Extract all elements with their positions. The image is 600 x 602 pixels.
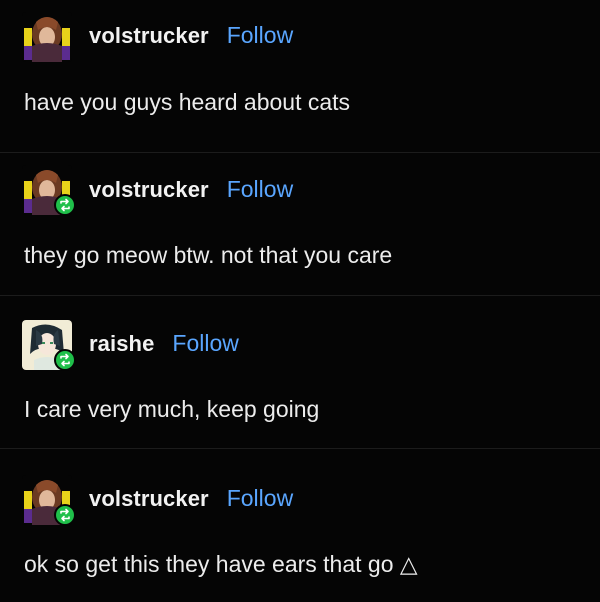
reblog-badge: [54, 194, 76, 216]
post: volstrucker Follow have you guys heard a…: [0, 0, 600, 153]
post-header: volstrucker Follow: [89, 176, 293, 206]
avatar[interactable]: [22, 165, 76, 216]
post-header: volstrucker Follow: [89, 22, 293, 52]
post: volstrucker Follow ok so get this they h…: [0, 449, 600, 602]
username[interactable]: raishe: [89, 331, 154, 357]
reblog-icon: [60, 353, 70, 367]
reblog-icon: [60, 198, 70, 212]
post-body: have you guys heard about cats: [24, 89, 351, 115]
follow-button[interactable]: Follow: [227, 176, 293, 203]
follow-button[interactable]: Follow: [227, 485, 293, 512]
volstrucker-avatar-icon: [22, 12, 72, 62]
post-header: raishe Follow: [89, 330, 239, 360]
post: raishe Follow I care very much, keep goi…: [0, 296, 600, 449]
post: volstrucker Follow they go meow btw. not…: [0, 143, 600, 296]
avatar[interactable]: [22, 475, 76, 526]
post-header: volstrucker Follow: [89, 485, 293, 515]
post-body: I care very much, keep going: [24, 396, 320, 422]
reblog-badge: [54, 504, 76, 526]
reblog-icon: [60, 508, 70, 522]
post-body: ok so get this they have ears that go △: [24, 551, 418, 577]
username[interactable]: volstrucker: [89, 23, 209, 49]
follow-button[interactable]: Follow: [227, 22, 293, 49]
username[interactable]: volstrucker: [89, 177, 209, 203]
avatar[interactable]: [22, 320, 76, 371]
username[interactable]: volstrucker: [89, 486, 209, 512]
follow-button[interactable]: Follow: [172, 330, 238, 357]
avatar[interactable]: [22, 12, 72, 62]
post-body: they go meow btw. not that you care: [24, 242, 393, 268]
reblog-badge: [54, 349, 76, 371]
